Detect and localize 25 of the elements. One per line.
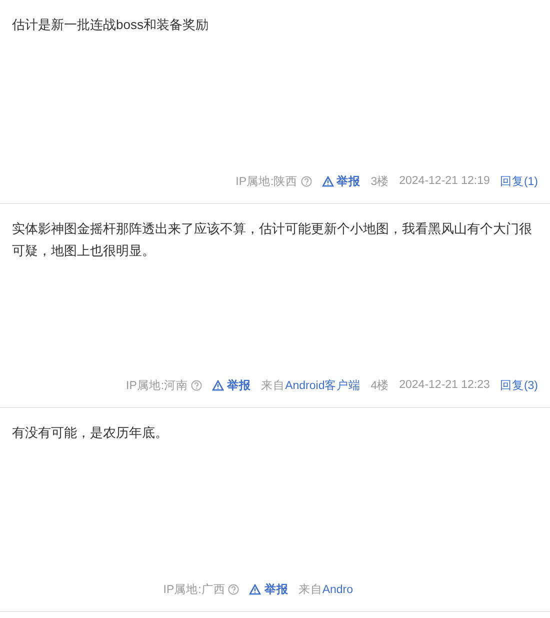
help-icon[interactable] bbox=[300, 176, 312, 186]
report-link[interactable]: 举报 bbox=[322, 174, 361, 188]
comment-text: 估计是新一批连战boss和装备奖励 bbox=[12, 16, 210, 34]
ip-location: IP属地:河南 bbox=[126, 378, 188, 392]
source-label: 来自 Android客户端 bbox=[261, 378, 361, 392]
warning-icon bbox=[249, 584, 262, 594]
comment-text: 实体影神图金摇杆那阵透出来了应该不算，估计可能更新个小地图，我看黑风山有个大门很可疑，地图上也很明显。 bbox=[12, 220, 533, 260]
ip-location: IP属地:陕西 bbox=[236, 174, 298, 188]
post-time: 2024-12-21 12:23 bbox=[399, 379, 490, 391]
source-label: 来自 Andro bbox=[298, 582, 353, 596]
report-link[interactable]: 举报 bbox=[212, 378, 252, 392]
client-link[interactable]: Andro bbox=[322, 584, 353, 596]
comment-text: 有没有可能，是农历年底。 bbox=[12, 424, 169, 442]
floor-number: 4楼 bbox=[370, 378, 390, 392]
floor-number: 3楼 bbox=[370, 174, 390, 188]
client-link[interactable]: Android客户端 bbox=[285, 380, 361, 392]
reply-link[interactable]: 回复(1) bbox=[500, 174, 538, 188]
report-link[interactable]: 举报 bbox=[249, 582, 288, 596]
help-icon[interactable] bbox=[228, 584, 240, 594]
help-icon[interactable] bbox=[191, 380, 202, 390]
warning-icon bbox=[322, 176, 334, 186]
warning-icon bbox=[212, 380, 224, 390]
ip-location: IP属地:广西 bbox=[163, 582, 226, 596]
post-time: 2024-12-21 12:19 bbox=[399, 175, 490, 187]
reply-link[interactable]: 回复(3) bbox=[500, 378, 538, 392]
